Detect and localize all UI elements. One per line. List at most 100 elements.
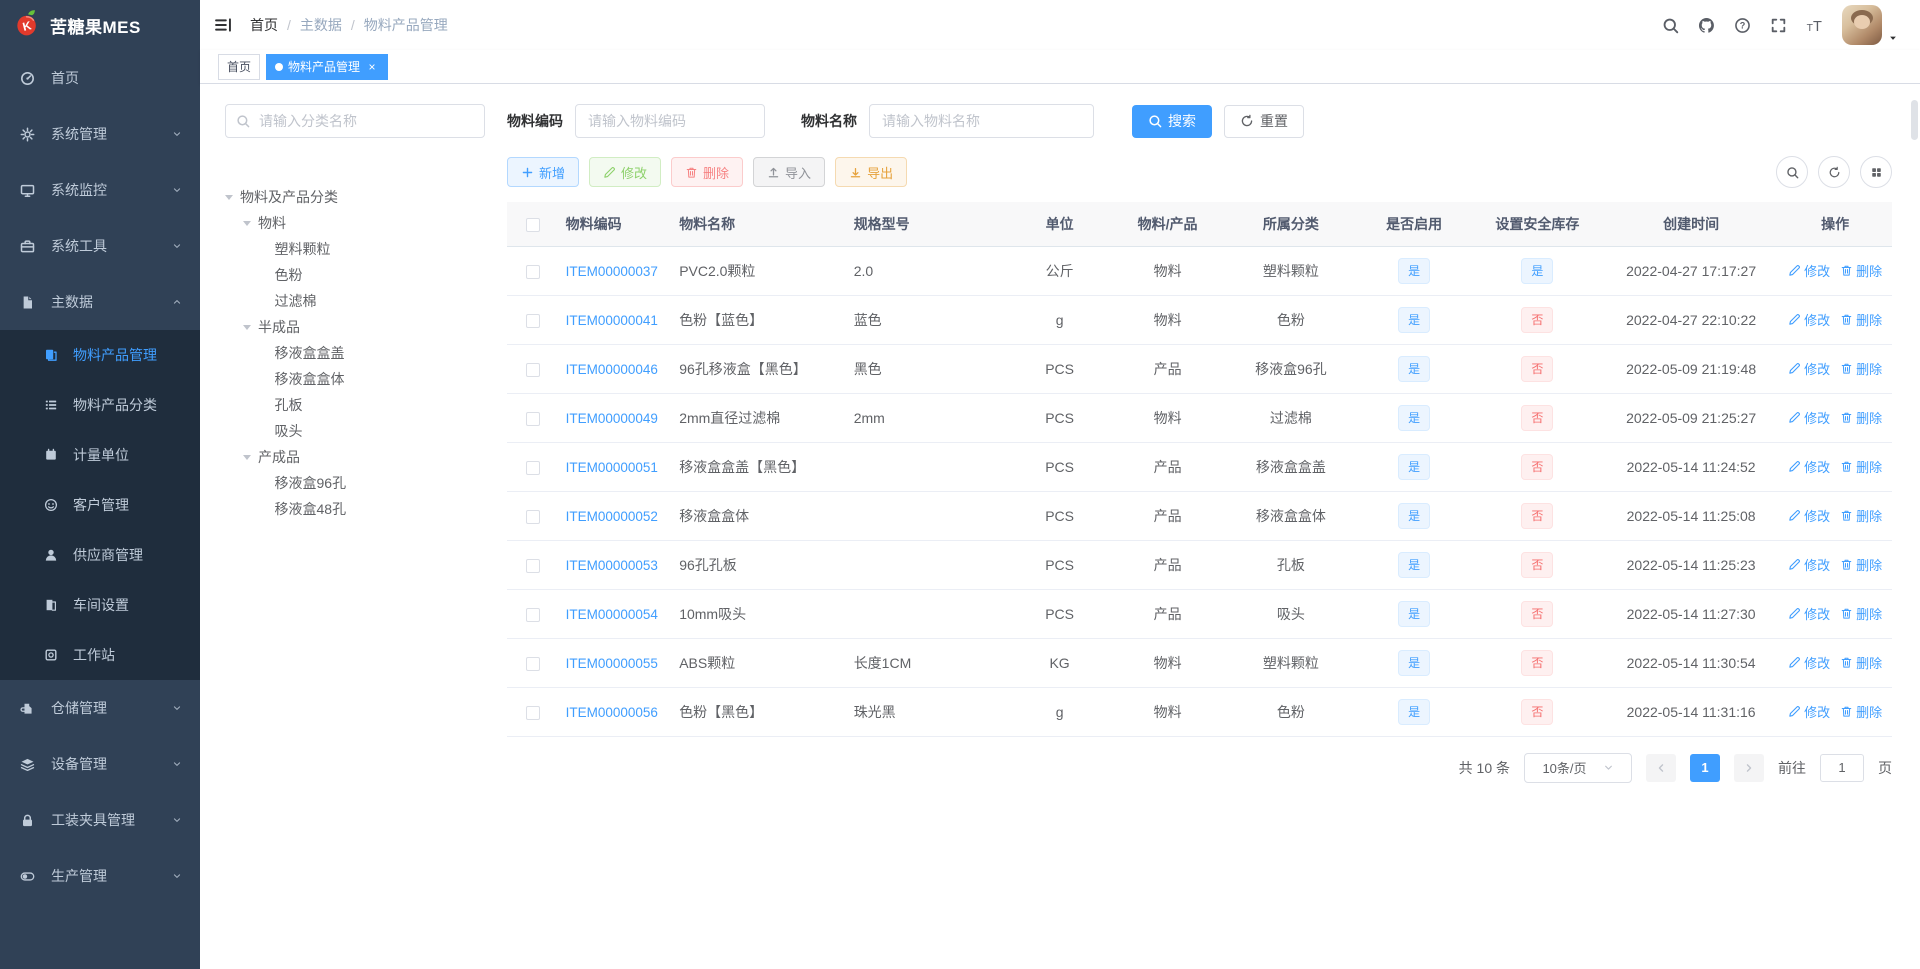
row-edit-link[interactable]: 修改 [1788, 702, 1830, 721]
toggle-search-button[interactable] [1776, 156, 1808, 188]
material-code-link[interactable]: ITEM00000051 [566, 460, 658, 475]
row-edit-link[interactable]: 修改 [1788, 653, 1830, 672]
row-checkbox[interactable] [526, 313, 541, 328]
sidebar-item-equipment-management[interactable]: 设备管理 [0, 736, 200, 792]
help-icon[interactable]: ? [1734, 17, 1751, 34]
sidebar-item-system-management[interactable]: 系统管理 [0, 106, 200, 162]
close-icon[interactable]: × [365, 60, 379, 74]
tab-首页[interactable]: 首页 [218, 53, 261, 80]
sidebar-item-tooling-fixture-management[interactable]: 工装夹具管理 [0, 792, 200, 848]
material-code-link[interactable]: ITEM00000055 [566, 656, 658, 671]
row-checkbox[interactable] [526, 656, 541, 671]
sidebar-item-master-data[interactable]: 主数据 [0, 274, 200, 330]
material-code-link[interactable]: ITEM00000052 [566, 509, 658, 524]
row-checkbox[interactable] [526, 607, 541, 622]
row-delete-link[interactable]: 删除 [1840, 604, 1882, 623]
row-edit-link[interactable]: 修改 [1788, 506, 1830, 525]
row-checkbox[interactable] [526, 558, 541, 573]
row-delete-link[interactable]: 删除 [1840, 261, 1882, 280]
reset-button[interactable]: 重置 [1224, 104, 1304, 138]
category-search-input[interactable] [257, 112, 474, 130]
row-delete-link[interactable]: 删除 [1840, 653, 1882, 672]
caret-down-icon[interactable] [243, 220, 251, 226]
material-code-link[interactable]: ITEM00000054 [566, 607, 658, 622]
goto-page-input[interactable] [1820, 753, 1864, 782]
tree-node-半成品[interactable]: 半成品 [225, 314, 485, 340]
tree-node-色粉[interactable]: 色粉 [225, 262, 485, 288]
tree-node-塑料颗粒[interactable]: 塑料颗粒 [225, 236, 485, 262]
sidebar-item-system-tools[interactable]: 系统工具 [0, 218, 200, 274]
prev-page-button[interactable] [1646, 753, 1676, 782]
scrollbar-thumb[interactable] [1911, 100, 1918, 140]
tree-node-产成品[interactable]: 产成品 [225, 444, 485, 470]
row-delete-link[interactable]: 删除 [1840, 408, 1882, 427]
caret-down-icon[interactable] [225, 194, 233, 200]
tree-node-移液盒48孔[interactable]: 移液盒48孔 [225, 496, 485, 522]
sidebar-item-supplier-management[interactable]: 供应商管理 [0, 530, 200, 580]
material-code-link[interactable]: ITEM00000053 [566, 558, 658, 573]
row-edit-link[interactable]: 修改 [1788, 604, 1830, 623]
row-edit-link[interactable]: 修改 [1788, 408, 1830, 427]
row-checkbox[interactable] [526, 460, 541, 475]
sidebar-item-material-product-category[interactable]: 物料产品分类 [0, 380, 200, 430]
tree-node-吸头[interactable]: 吸头 [225, 418, 485, 444]
fullscreen-icon[interactable] [1770, 17, 1787, 34]
refresh-table-button[interactable] [1818, 156, 1850, 188]
row-delete-link[interactable]: 删除 [1840, 506, 1882, 525]
sidebar-item-system-monitor[interactable]: 系统监控 [0, 162, 200, 218]
next-page-button[interactable] [1734, 753, 1764, 782]
row-delete-link[interactable]: 删除 [1840, 359, 1882, 378]
user-menu[interactable] [1842, 5, 1898, 45]
edit-button[interactable]: 修改 [589, 157, 662, 187]
breadcrumb-item[interactable]: 主数据 [300, 15, 342, 35]
tree-node-移液盒盒盖[interactable]: 移液盒盒盖 [225, 340, 485, 366]
add-button[interactable]: 新增 [507, 157, 580, 187]
row-checkbox[interactable] [526, 509, 541, 524]
search-button[interactable]: 搜索 [1132, 104, 1212, 138]
hamburger-icon[interactable] [214, 16, 232, 34]
tree-node-孔板[interactable]: 孔板 [225, 392, 485, 418]
row-delete-link[interactable]: 删除 [1840, 457, 1882, 476]
tab-物料产品管理[interactable]: 物料产品管理 × [266, 53, 389, 80]
material-code-link[interactable]: ITEM00000049 [566, 411, 658, 426]
sidebar-item-production-management[interactable]: 生产管理 [0, 848, 200, 904]
row-delete-link[interactable]: 删除 [1840, 702, 1882, 721]
sidebar-item-workshop-settings[interactable]: 车间设置 [0, 580, 200, 630]
material-code-link[interactable]: ITEM00000037 [566, 264, 658, 279]
row-edit-link[interactable]: 修改 [1788, 310, 1830, 329]
material-code-input[interactable] [575, 104, 765, 138]
avatar[interactable] [1842, 5, 1882, 45]
row-checkbox[interactable] [526, 411, 541, 426]
sidebar-item-customer-management[interactable]: 客户管理 [0, 480, 200, 530]
current-page-button[interactable]: 1 [1690, 753, 1720, 782]
tree-node-过滤棉[interactable]: 过滤棉 [225, 288, 485, 314]
tree-node-物料[interactable]: 物料 [225, 210, 485, 236]
row-checkbox[interactable] [526, 264, 541, 279]
page-size-select[interactable]: 10条/页 [1524, 752, 1632, 783]
row-delete-link[interactable]: 删除 [1840, 555, 1882, 574]
import-button[interactable]: 导入 [753, 157, 826, 187]
column-settings-button[interactable] [1860, 156, 1892, 188]
sidebar-item-workstation[interactable]: 工作站 [0, 630, 200, 680]
breadcrumb-item[interactable]: 物料产品管理 [364, 15, 448, 35]
sidebar-item-measure-unit[interactable]: 计量单位 [0, 430, 200, 480]
row-delete-link[interactable]: 删除 [1840, 310, 1882, 329]
caret-down-icon[interactable] [243, 324, 251, 330]
sidebar-item-material-product-management[interactable]: 物料产品管理 [0, 330, 200, 380]
material-code-link[interactable]: ITEM00000056 [566, 705, 658, 720]
material-code-link[interactable]: ITEM00000046 [566, 362, 658, 377]
row-edit-link[interactable]: 修改 [1788, 359, 1830, 378]
sidebar-item-home[interactable]: 首页 [0, 50, 200, 106]
delete-button[interactable]: 删除 [671, 157, 744, 187]
breadcrumb-item[interactable]: 首页 [250, 15, 278, 35]
tree-node-物料及产品分类[interactable]: 物料及产品分类 [225, 184, 485, 210]
row-edit-link[interactable]: 修改 [1788, 261, 1830, 280]
select-all-checkbox[interactable] [526, 217, 541, 232]
row-checkbox[interactable] [526, 705, 541, 720]
material-code-link[interactable]: ITEM00000041 [566, 313, 658, 328]
row-checkbox[interactable] [526, 362, 541, 377]
row-edit-link[interactable]: 修改 [1788, 555, 1830, 574]
sidebar-item-warehouse-management[interactable]: 仓储管理 [0, 680, 200, 736]
material-name-input[interactable] [869, 104, 1094, 138]
tree-node-移液盒96孔[interactable]: 移液盒96孔 [225, 470, 485, 496]
